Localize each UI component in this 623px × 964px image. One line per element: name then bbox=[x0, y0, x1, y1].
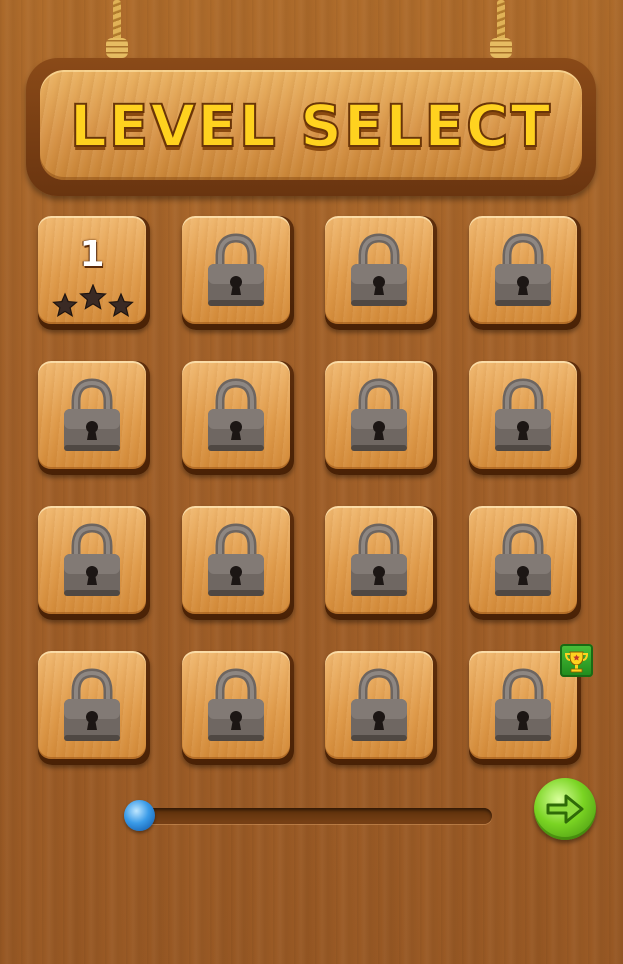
level-tile-face bbox=[38, 651, 146, 759]
level-tile-face bbox=[469, 506, 577, 614]
level-tile-locked[interactable] bbox=[182, 506, 294, 620]
level-tile-locked[interactable] bbox=[325, 361, 437, 475]
page-slider-track[interactable] bbox=[140, 808, 492, 824]
level-tile-locked[interactable] bbox=[325, 651, 437, 765]
padlock-icon bbox=[204, 377, 268, 455]
level-tile-locked[interactable] bbox=[469, 216, 581, 330]
level-tile-face bbox=[325, 651, 433, 759]
level-tile-face bbox=[469, 361, 577, 469]
padlock-icon bbox=[491, 522, 555, 600]
level-tile-locked[interactable] bbox=[325, 216, 437, 330]
padlock-icon bbox=[347, 667, 411, 745]
level-tile-locked[interactable] bbox=[38, 361, 150, 475]
level-tile-face bbox=[182, 651, 290, 759]
level-tile-face bbox=[182, 361, 290, 469]
padlock-icon bbox=[347, 522, 411, 600]
level-tile-face bbox=[38, 506, 146, 614]
level-tile-face bbox=[325, 506, 433, 614]
level-tile-locked[interactable] bbox=[38, 651, 150, 765]
trophy-icon[interactable] bbox=[560, 644, 593, 677]
level-tile-face bbox=[182, 506, 290, 614]
padlock-icon bbox=[204, 522, 268, 600]
page-title: LEVEL SELECT bbox=[69, 91, 553, 161]
padlock-icon bbox=[491, 667, 555, 745]
padlock-icon bbox=[60, 377, 124, 455]
level-tile-unlocked[interactable]: 1 bbox=[38, 216, 150, 330]
padlock-icon bbox=[60, 667, 124, 745]
level-tile-locked[interactable] bbox=[182, 216, 294, 330]
level-tile-locked[interactable] bbox=[469, 361, 581, 475]
padlock-icon bbox=[204, 232, 268, 310]
level-grid: 1 bbox=[38, 216, 582, 772]
arrow-right-icon bbox=[546, 794, 584, 824]
padlock-icon bbox=[60, 522, 124, 600]
level-tile-face: 1 bbox=[38, 216, 146, 324]
level-tile-face bbox=[325, 361, 433, 469]
title-sign: LEVEL SELECT bbox=[26, 58, 596, 196]
level-tile-locked[interactable] bbox=[38, 506, 150, 620]
level-tile-face bbox=[182, 216, 290, 324]
level-tile-face bbox=[325, 216, 433, 324]
padlock-icon bbox=[347, 232, 411, 310]
padlock-icon bbox=[204, 667, 268, 745]
level-tile-locked[interactable] bbox=[325, 506, 437, 620]
star-icon bbox=[108, 292, 134, 317]
next-page-button[interactable] bbox=[534, 778, 596, 840]
level-number: 1 bbox=[79, 234, 105, 275]
level-tile-face bbox=[38, 361, 146, 469]
level-tile-locked[interactable] bbox=[182, 361, 294, 475]
star-icon bbox=[52, 292, 78, 317]
padlock-icon bbox=[491, 377, 555, 455]
star-rating bbox=[52, 283, 134, 318]
padlock-icon bbox=[347, 377, 411, 455]
page-slider-thumb[interactable] bbox=[124, 800, 155, 831]
level-tile-locked[interactable] bbox=[469, 506, 581, 620]
level-tile-locked[interactable] bbox=[182, 651, 294, 765]
padlock-icon bbox=[491, 232, 555, 310]
star-icon bbox=[79, 283, 107, 310]
level-tile-face bbox=[469, 216, 577, 324]
